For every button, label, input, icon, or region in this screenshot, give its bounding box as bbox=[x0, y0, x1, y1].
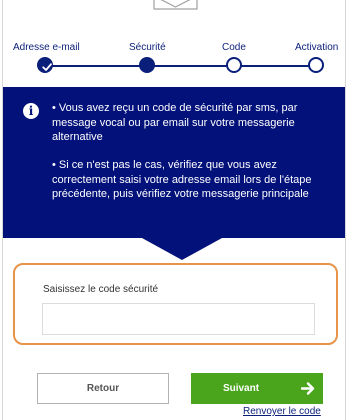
next-button[interactable]: Suivant bbox=[191, 373, 323, 404]
step-label-activation: Activation bbox=[295, 42, 339, 53]
next-button-label: Suivant bbox=[222, 383, 260, 394]
resend-code-link[interactable]: Renvoyer le code bbox=[243, 406, 321, 417]
arrow-right-icon bbox=[301, 382, 315, 395]
step-label-email: Adresse e-mail bbox=[13, 42, 80, 53]
step-dot-security bbox=[139, 57, 155, 73]
envelope-icon bbox=[153, 0, 198, 10]
info-panel-pointer bbox=[142, 238, 222, 260]
step-label-security: Sécurité bbox=[129, 42, 166, 53]
info-paragraph-check-email: • Si ce n'est pas le cas, vérifiez que v… bbox=[52, 159, 312, 200]
info-paragraph-sms: • Vous avez reçu un code de sécurité par… bbox=[52, 102, 298, 143]
step-dot-email bbox=[37, 57, 53, 73]
activation-page: Adresse e-mail Sécurité Code Activation … bbox=[0, 0, 351, 420]
security-code-input[interactable] bbox=[42, 303, 315, 335]
info-icon: i bbox=[23, 103, 39, 119]
step-dot-activation bbox=[308, 57, 324, 73]
step-label-code: Code bbox=[222, 42, 246, 53]
page-border-right bbox=[345, 0, 346, 420]
check-icon bbox=[42, 63, 52, 71]
back-button[interactable]: Retour bbox=[37, 373, 169, 404]
stepper-track bbox=[45, 65, 316, 67]
security-code-label: Saisissez le code sécurité bbox=[43, 284, 159, 295]
step-dot-code bbox=[226, 57, 242, 73]
